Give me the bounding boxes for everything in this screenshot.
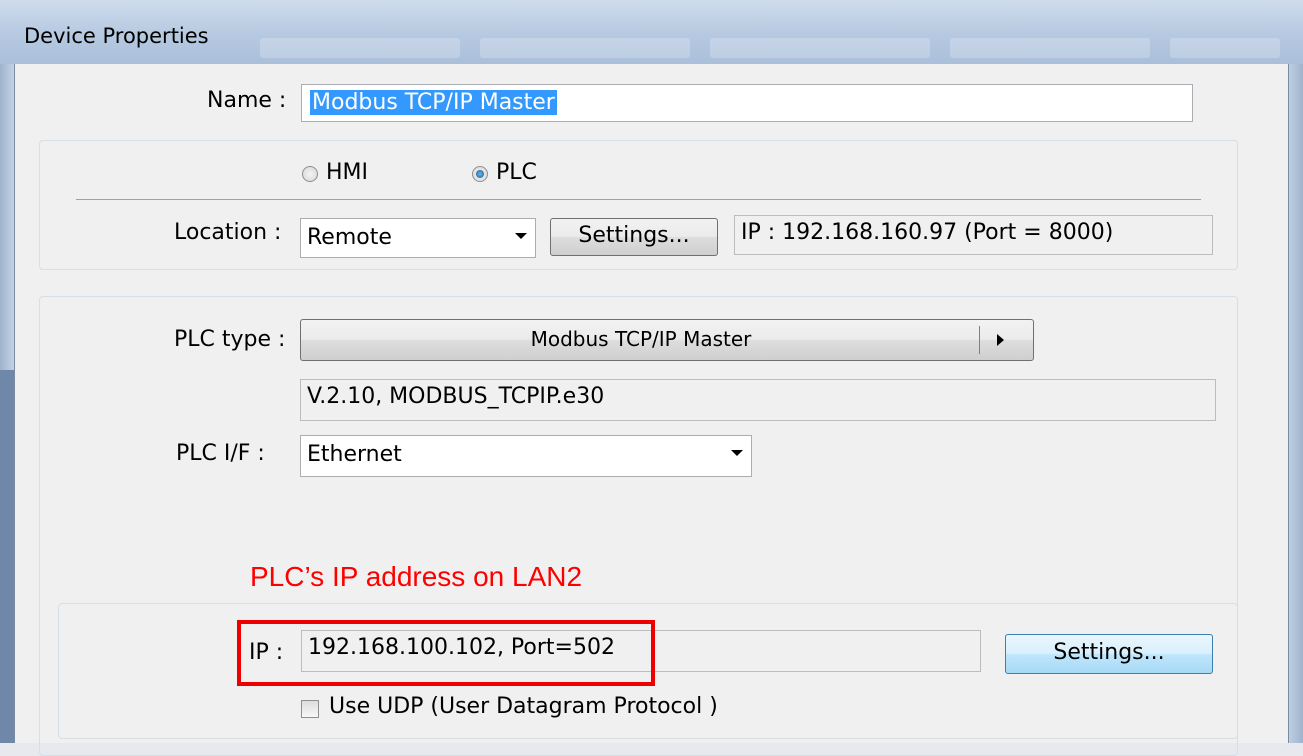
dropdown-arrow-icon xyxy=(515,233,527,239)
background-tab xyxy=(1170,38,1280,58)
location-ip-display: IP : 192.168.160.97 (Port = 8000) xyxy=(734,215,1213,255)
dialog-body: Name : Modbus TCP/IP Master HMI PLC Loca… xyxy=(14,64,1289,756)
device-location-group: HMI PLC Location : Remote Settings... IP… xyxy=(39,140,1238,270)
background-tab xyxy=(480,38,690,58)
ip-settings-button[interactable]: Settings... xyxy=(1005,634,1213,674)
radio-hmi-label: HMI xyxy=(326,160,369,185)
plc-if-dropdown-value: Ethernet xyxy=(307,442,402,467)
annotation-text: PLC’s IP address on LAN2 xyxy=(250,561,583,592)
window-frame-left-shadow xyxy=(0,370,14,743)
annotation-highlight-box xyxy=(237,620,655,686)
background-tab xyxy=(710,38,930,58)
radio-plc-label: PLC xyxy=(496,160,537,185)
location-dropdown[interactable]: Remote xyxy=(300,218,536,258)
background-tab xyxy=(260,38,460,58)
plc-type-value: Modbus TCP/IP Master xyxy=(530,327,752,351)
location-settings-button[interactable]: Settings... xyxy=(550,218,718,256)
title-bar: Device Properties xyxy=(0,0,1303,64)
location-label: Location : xyxy=(174,220,282,245)
window-frame-right xyxy=(1287,64,1303,743)
plc-if-dropdown[interactable]: Ethernet xyxy=(300,435,752,477)
name-input[interactable]: Modbus TCP/IP Master xyxy=(301,84,1193,122)
ip-settings-group: IP : 192.168.100.102, Port=502 Settings.… xyxy=(58,603,1238,739)
use-udp-checkbox[interactable] xyxy=(301,700,319,718)
name-input-selected-text: Modbus TCP/IP Master xyxy=(310,90,557,115)
plc-type-label: PLC type : xyxy=(174,327,286,352)
use-udp-label: Use UDP (User Datagram Protocol ) xyxy=(329,694,718,719)
separator xyxy=(76,199,1201,200)
name-label: Name : xyxy=(207,88,287,113)
plc-type-selector[interactable]: Modbus TCP/IP Master xyxy=(300,319,1034,361)
dropdown-arrow-icon xyxy=(731,450,743,456)
plc-group: PLC type : Modbus TCP/IP Master V.2.10, … xyxy=(39,296,1238,756)
plc-version-display: V.2.10, MODBUS_TCPIP.e30 xyxy=(300,379,1216,421)
radio-hmi-indicator[interactable] xyxy=(302,166,318,182)
background-tab xyxy=(950,38,1150,58)
submenu-arrow-icon[interactable] xyxy=(997,334,1004,346)
location-dropdown-value: Remote xyxy=(307,225,392,250)
radio-plc-selected-dot xyxy=(476,170,484,178)
window-title: Device Properties xyxy=(24,24,209,48)
plc-type-divider xyxy=(979,326,980,354)
plc-if-label: PLC I/F : xyxy=(176,441,265,466)
radio-plc-indicator[interactable] xyxy=(472,166,488,182)
